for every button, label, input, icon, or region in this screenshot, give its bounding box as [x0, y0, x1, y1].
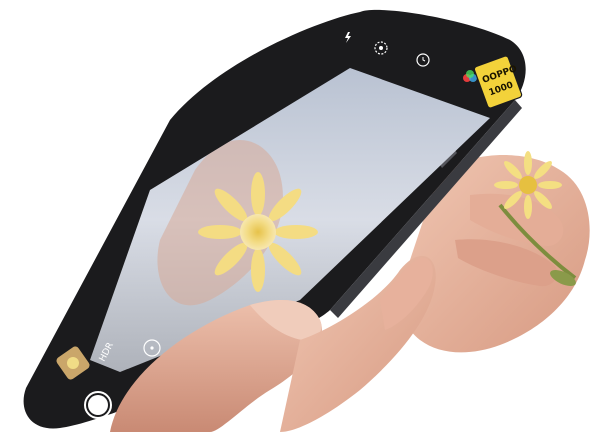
photo-scene: HDR OOPPO 1000: [23, 9, 590, 432]
screen-flower: [198, 172, 318, 292]
shutter-button[interactable]: [84, 391, 112, 419]
